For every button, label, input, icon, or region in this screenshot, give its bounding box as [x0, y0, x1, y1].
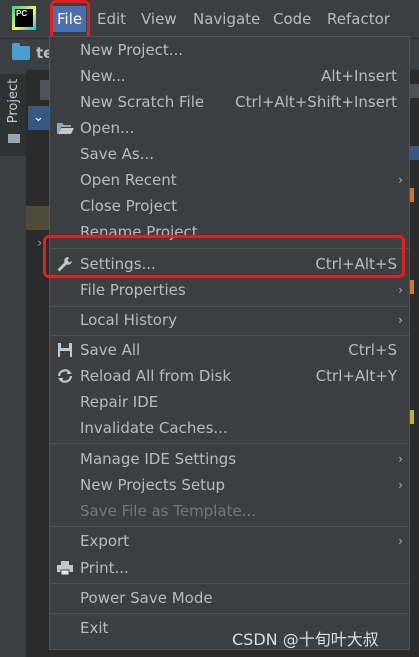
chevron-right-icon: ›: [398, 534, 403, 548]
app-logo-text: PC: [15, 9, 33, 27]
menu-separator: [50, 335, 409, 336]
left-tool-strip: [0, 70, 27, 657]
menu-item-new-projects-setup[interactable]: New Projects Setup ›: [50, 472, 409, 498]
menu-item-new-project[interactable]: New Project...: [50, 37, 409, 63]
menu-item-label: New Projects Setup: [80, 476, 226, 494]
menu-item-label: Repair IDE: [80, 393, 159, 411]
menu-edit[interactable]: Edit: [97, 9, 126, 29]
save-icon: [58, 343, 72, 357]
menu-item-save-as[interactable]: Save As...: [50, 141, 409, 167]
menu-item-label: Close Project: [80, 197, 177, 215]
editor-tab-peek: [410, 84, 419, 98]
menu-item-new-scratch-file[interactable]: New Scratch File Ctrl+Alt+Shift+Insert: [50, 89, 409, 115]
reload-icon: [57, 369, 73, 383]
menu-item-repair-ide[interactable]: Repair IDE: [50, 389, 409, 415]
chevron-right-icon: ›: [398, 478, 403, 492]
menu-separator: [50, 526, 409, 527]
project-tab-label: Project: [6, 78, 21, 124]
menu-item-shortcut: Alt+Insert: [321, 67, 397, 85]
menu-item-manage-ide-settings[interactable]: Manage IDE Settings ›: [50, 446, 409, 472]
watermark: CSDN @十旬叶大叔: [232, 630, 379, 649]
menu-item-print[interactable]: Print...: [50, 555, 409, 581]
menu-item-reload-all-from-disk[interactable]: Reload All from Disk Ctrl+Alt+Y: [50, 363, 409, 389]
file-menu-dropdown: New Project... New... Alt+Insert New Scr…: [49, 36, 410, 650]
menu-item-file-properties[interactable]: File Properties ›: [50, 277, 409, 303]
project-folder-icon: [12, 43, 30, 60]
menu-item-open-recent[interactable]: Open Recent ›: [50, 167, 409, 193]
code-marker-peek: [410, 280, 414, 294]
menu-item-save-file-as-template: Save File as Template...: [50, 498, 409, 524]
menu-item-label: Local History: [80, 311, 178, 329]
menu-separator: [50, 443, 409, 444]
menu-separator: [50, 583, 409, 584]
project-panel-peek: [26, 70, 50, 657]
menu-item-label: Manage IDE Settings: [80, 450, 237, 468]
menu-item-close-project[interactable]: Close Project: [50, 193, 409, 219]
tree-row-peek: [26, 206, 50, 230]
menu-item-label: Exit: [80, 619, 109, 637]
menu-item-save-all[interactable]: Save All Ctrl+S: [50, 337, 409, 363]
menu-item-export[interactable]: Export ›: [50, 528, 409, 554]
menu-item-label: Save All: [80, 341, 141, 359]
menu-item-invalidate-caches[interactable]: Invalidate Caches...: [50, 415, 409, 441]
menu-item-shortcut: Ctrl+S: [348, 341, 397, 359]
menu-view[interactable]: View: [141, 9, 177, 29]
menu-code[interactable]: Code: [273, 9, 311, 29]
menu-item-label: Print...: [80, 559, 129, 577]
menu-item-label: New Scratch File: [80, 93, 205, 111]
menu-item-label: Save As...: [80, 145, 154, 163]
chevron-right-icon: ›: [398, 283, 403, 297]
menu-item-power-save-mode[interactable]: Power Save Mode: [50, 585, 409, 611]
menu-item-label: Export: [80, 532, 130, 550]
folder-icon: [8, 134, 20, 143]
menu-item-new[interactable]: New... Alt+Insert: [50, 63, 409, 89]
menu-item-label: Reload All from Disk: [80, 367, 232, 385]
chevron-right-icon: ›: [398, 173, 403, 187]
menu-item-open[interactable]: Open...: [50, 115, 409, 141]
menu-item-label: File Properties: [80, 281, 186, 299]
code-highlight-peek: [410, 146, 419, 160]
folder-open-icon: [57, 123, 74, 134]
chevron-right-icon: ›: [398, 452, 403, 466]
menu-item-label: New...: [80, 67, 126, 85]
code-marker-peek: [410, 410, 414, 424]
chevron-down-icon: ⌄: [33, 110, 44, 125]
menu-item-local-history[interactable]: Local History ›: [50, 307, 409, 333]
menu-item-label: Open Recent: [80, 171, 177, 189]
menu-separator: [50, 613, 409, 614]
menu-item-label: Invalidate Caches...: [80, 419, 228, 437]
settings-highlight-box: [43, 235, 405, 278]
menu-item-label: Power Save Mode: [80, 589, 213, 607]
pycharm-logo-icon: PC: [12, 6, 36, 30]
menu-item-shortcut: Ctrl+Alt+Y: [315, 367, 397, 385]
menu-item-label: Save File as Template...: [80, 502, 256, 520]
menu-item-label: New Project...: [80, 41, 184, 59]
menu-item-shortcut: Ctrl+Alt+Shift+Insert: [235, 93, 397, 111]
menu-refactor[interactable]: Refactor: [327, 9, 390, 29]
printer-icon: [57, 561, 73, 576]
menu-item-label: Open...: [80, 119, 135, 137]
menu-navigate[interactable]: Navigate: [193, 9, 260, 29]
chevron-right-icon: ›: [398, 313, 403, 327]
chevron-right-icon: ›: [37, 236, 43, 251]
code-marker-peek: [410, 188, 414, 202]
